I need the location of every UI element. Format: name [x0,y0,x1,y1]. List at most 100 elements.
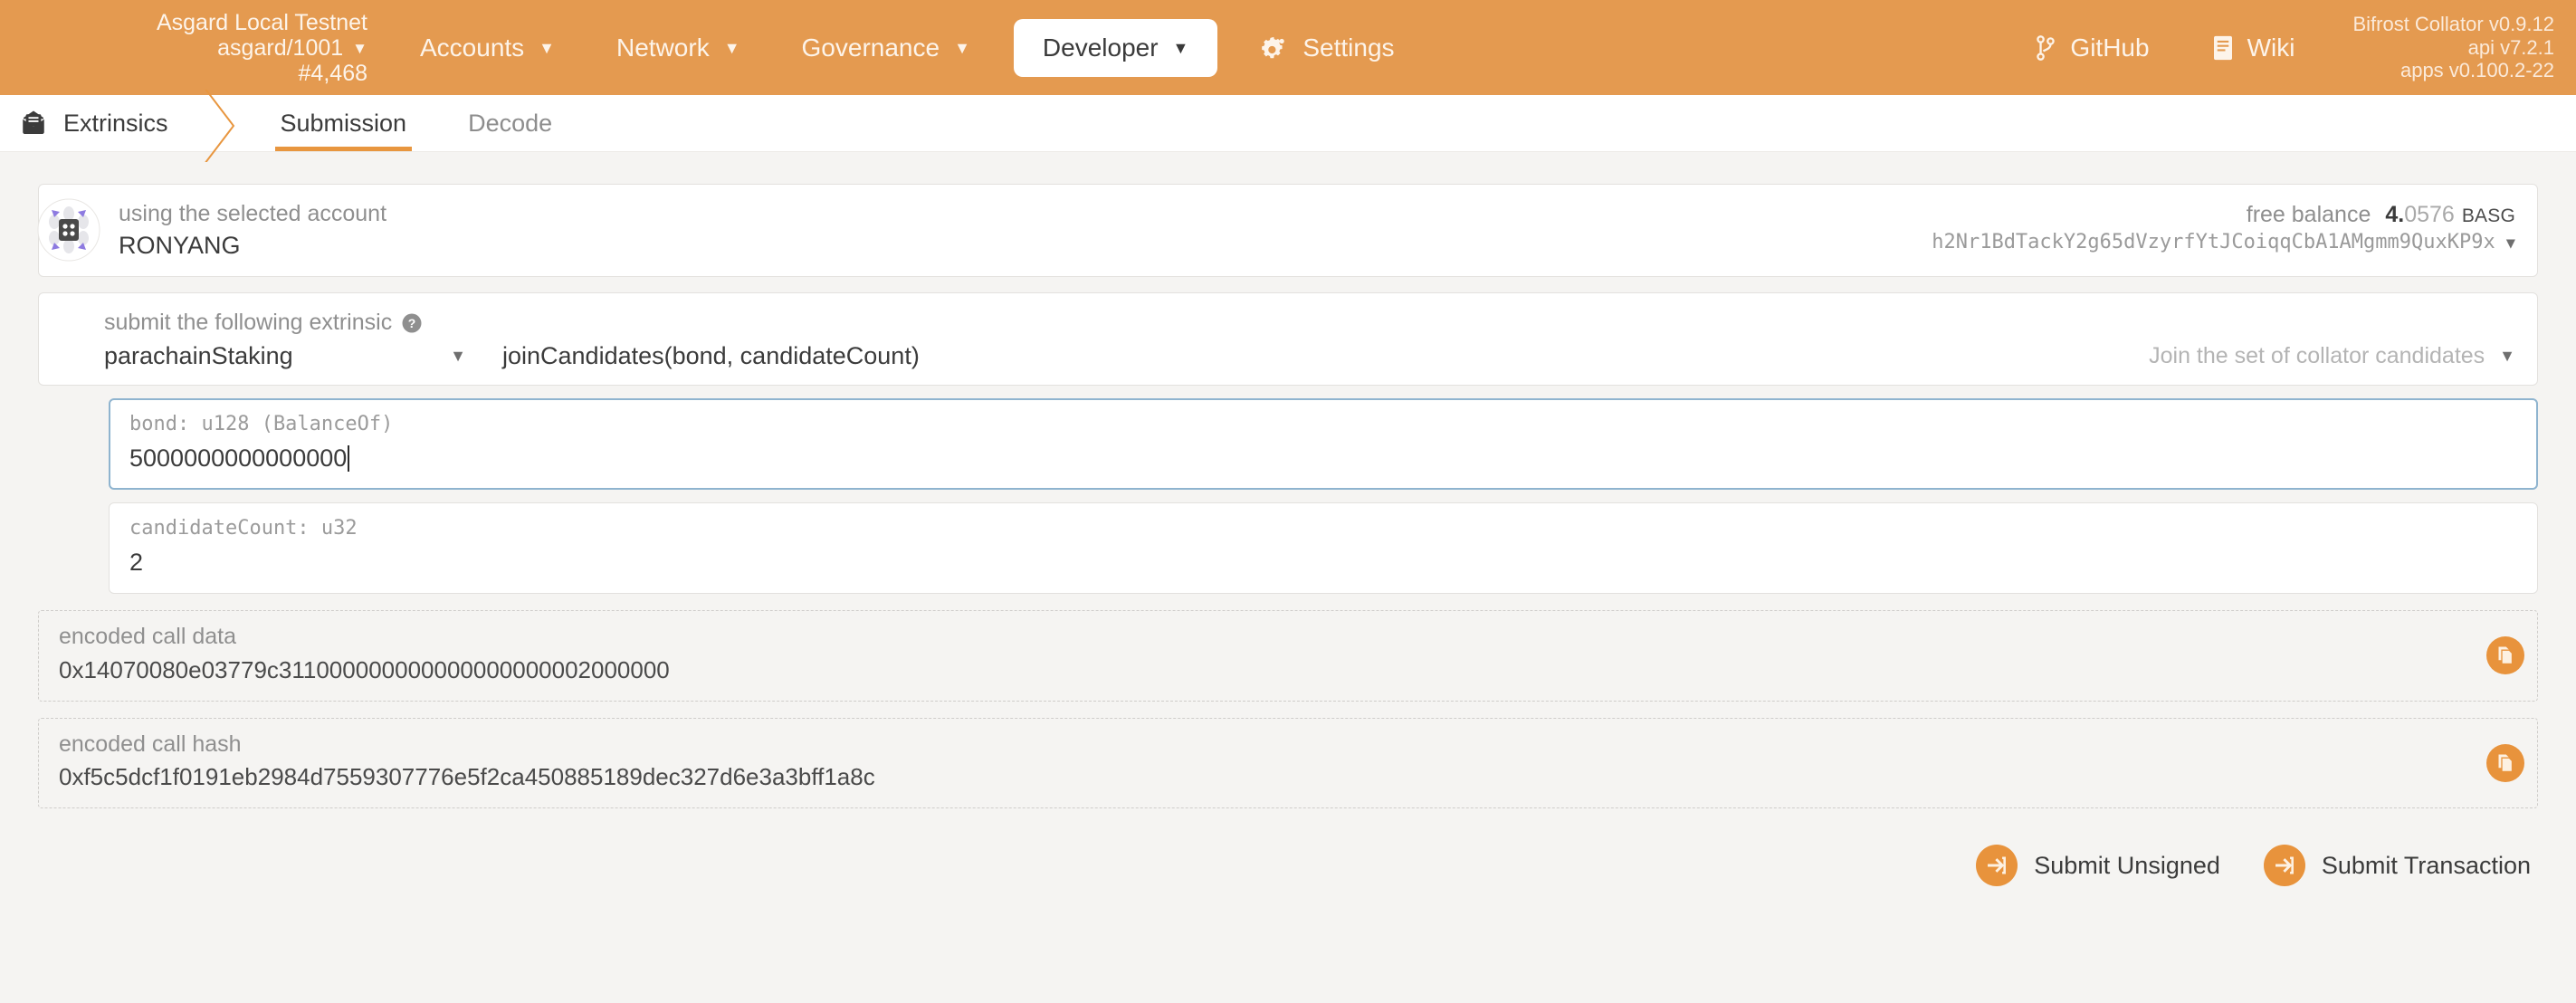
chain-spec: asgard/1001 ▼ [0,35,367,61]
chain-selector[interactable]: Asgard Local Testnet asgard/1001 ▼ #4,468 [0,10,389,86]
sign-in-icon [1976,845,2018,886]
param-bond-value: 5000000000000000 [129,444,348,472]
extrinsic-inner: submit the following extrinsic ? paracha… [82,293,2537,385]
breadcrumb-label: Extrinsics [63,109,168,137]
nav-item-governance[interactable]: Governance ▼ [771,0,1001,95]
nav-item-settings[interactable]: Settings [1230,0,1425,95]
copy-call-hash-button[interactable] [2486,743,2524,782]
github-link-label: GitHub [2070,33,2150,62]
copy-icon [2495,645,2515,665]
free-balance-label: free balance [2246,202,2371,227]
chevron-down-icon: ▼ [1172,39,1189,57]
balance-fraction: 0576 [2404,202,2455,227]
module-select-value: parachainStaking [104,342,293,370]
tab-decode[interactable]: Decode [437,95,583,151]
account-panel: using the selected account RONYANG free … [37,184,2538,277]
free-balance-value: 4.0576 [2385,202,2454,227]
code-branch-icon [2034,34,2057,62]
nav-item-governance-label: Governance [801,33,940,62]
nav-item-developer-wrapper: Developer ▼ [1001,0,1230,95]
param-bond[interactable]: bond: u128 (BalanceOf) 5000000000000000 [109,398,2538,491]
main-nav: Accounts ▼ Network ▼ Governance ▼ Develo… [389,0,1426,95]
node-version: Bifrost Collator v0.9.12 [2352,12,2554,35]
submit-transaction-label: Submit Transaction [2321,851,2531,879]
account-label: using the selected account [119,201,387,226]
account-address[interactable]: h2Nr1BdTackY2g65dVzyrfYtJCoiqqCbA1AMgmm9… [1932,229,2515,256]
encoded-call-hash-value: 0xf5c5dcf1f0191eb2984d7559307776e5f2ca45… [59,762,875,790]
method-select[interactable]: joinCandidates(bond, candidateCount) Joi… [502,342,2515,370]
submit-unsigned-button[interactable]: Submit Unsigned [1976,845,2220,886]
sub-tabs: Submission Decode [250,95,584,151]
param-bond-value-wrapper: 5000000000000000 [129,442,350,474]
account-row[interactable]: using the selected account RONYANG free … [82,185,2537,276]
breadcrumb-chevron-divider [196,90,250,162]
param-bond-label: bond: u128 (BalanceOf) [129,413,394,436]
chevron-down-icon: ▼ [954,39,970,57]
param-candidate-count-label: candidateCount: u32 [129,517,358,540]
account-address-text: h2Nr1BdTackY2g65dVzyrfYtJCoiqqCbA1AMgmm9… [1932,231,2495,253]
gear-icon [1261,34,1288,62]
extrinsic-panel: submit the following extrinsic ? paracha… [38,292,2538,387]
encoded-call-hash-label: encoded call hash [59,731,242,757]
method-hint: Join the set of collator candidates [2149,343,2485,369]
version-info: Bifrost Collator v0.9.12 api v7.2.1 apps… [2325,13,2576,83]
tab-submission-label: Submission [280,109,407,137]
param-candidate-count[interactable]: candidateCount: u32 2 [109,502,2538,595]
chevron-down-icon: ▼ [450,347,466,366]
account-right: free balance 4.0576 BASG h2Nr1BdTackY2g65d… [1932,200,2515,256]
envelope-open-icon [20,110,47,137]
chevron-down-icon: ▼ [352,39,367,57]
chevron-down-icon: ▼ [723,39,740,57]
method-hint-group: Join the set of collator candidates ▼ [2149,343,2515,369]
wiki-link[interactable]: Wiki [2180,33,2326,62]
balance-unit: BASG [2461,205,2515,226]
nav-right-group: GitHub Wiki Bifrost Collator v0.9.12 api… [2003,0,2576,95]
avatar[interactable] [37,198,100,262]
top-navigation-bar: Asgard Local Testnet asgard/1001 ▼ #4,468… [0,0,2576,95]
submit-transaction-button[interactable]: Submit Transaction [2263,845,2531,886]
apps-version: apps v0.100.2-22 [2399,59,2554,82]
account-left: using the selected account RONYANG [119,200,1932,262]
main-content: using the selected account RONYANG free … [0,152,2576,886]
wiki-link-label: Wiki [2247,33,2295,62]
copy-call-data-button[interactable] [2486,636,2524,675]
account-name: RONYANG [119,232,241,260]
encoded-call-hash: encoded call hash 0xf5c5dcf1f0191eb2984d… [38,717,2538,808]
breadcrumb[interactable]: Extrinsics [0,95,196,151]
encoded-call-data-label: encoded call data [59,624,236,650]
chevron-down-icon: ▼ [2499,347,2515,366]
tab-decode-label: Decode [468,109,553,137]
module-select[interactable]: parachainStaking ▼ [104,342,466,370]
nav-item-developer-label: Developer [1042,33,1159,62]
api-version: api v7.2.1 [2467,35,2554,59]
submit-unsigned-label: Submit Unsigned [2034,851,2220,879]
tab-submission[interactable]: Submission [250,95,438,151]
balance-whole: 4. [2385,202,2405,227]
encoded-call-data: encoded call data 0x14070080e03779c31100… [38,610,2538,702]
sign-in-icon [2263,845,2305,886]
extrinsic-label-row: submit the following extrinsic ? [104,309,2515,337]
param-candidate-count-value: 2 [129,548,144,576]
svg-text:?: ? [408,316,416,330]
nav-item-settings-label: Settings [1302,33,1395,62]
nav-item-accounts-label: Accounts [420,33,525,62]
chevron-down-icon: ▼ [2505,234,2515,253]
encoded-call-data-value: 0x14070080e03779c31100000000000000000000… [59,655,670,683]
nav-item-developer[interactable]: Developer ▼ [1013,18,1218,77]
nav-item-network[interactable]: Network ▼ [586,0,771,95]
help-circle-icon[interactable]: ? [401,312,423,334]
chevron-down-icon: ▼ [539,39,555,57]
copy-icon [2495,753,2515,773]
extrinsic-label: submit the following extrinsic [104,310,393,335]
method-select-value: joinCandidates(bond, candidateCount) [502,342,920,370]
nav-item-accounts[interactable]: Accounts ▼ [389,0,586,95]
chain-name: Asgard Local Testnet [156,9,367,35]
github-link[interactable]: GitHub [2003,33,2180,62]
chain-spec-label: asgard/1001 [217,34,344,61]
chain-block-number: #4,468 [298,60,367,86]
free-balance: free balance 4.0576 BASG [1932,200,2515,229]
footer-actions: Submit Unsigned Submit Transaction [38,845,2538,886]
breadcrumb-tabs-row: Extrinsics Submission Decode [0,90,2576,162]
book-icon [2211,34,2235,62]
nav-item-network-label: Network [616,33,710,62]
